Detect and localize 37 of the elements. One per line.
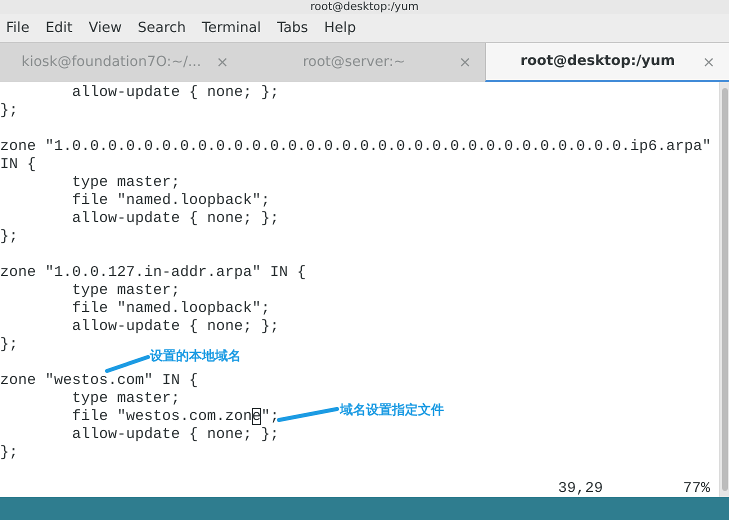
menu-item[interactable]: Terminal: [202, 18, 270, 38]
terminal-line: file "westos.com.zone";: [71, 408, 280, 426]
terminal-line: file "named.loopback";: [71, 300, 270, 318]
terminal-line: allow-update { none; };: [71, 318, 280, 336]
terminal-line: zone "1.0.0.0.0.0.0.0.0.0.0.0.0.0.0.0.0.0.0.0.0.0.0.0.0.0.0.0.0.0.0.0.ip6.arpa": [0, 138, 712, 156]
terminal-line: zone "1.0.0.127.in-addr.arpa" IN {: [0, 264, 306, 282]
terminal-line: };: [0, 444, 18, 462]
window-title: root@desktop:/yum: [0, 0, 729, 14]
terminal-line: zone "westos.com" IN {: [0, 372, 198, 390]
scrollbar[interactable]: [719, 82, 729, 497]
terminal-line: };: [0, 102, 18, 120]
menu-item[interactable]: Search: [138, 18, 194, 38]
terminal-line: type master;: [71, 282, 180, 300]
annotation-text: 设置的本地域名: [150, 349, 241, 365]
tab-label: kiosk@foundation7O:~/...: [21, 53, 202, 72]
menu-item[interactable]: Help: [324, 18, 364, 38]
annotation-line: [276, 406, 340, 423]
menu-item[interactable]: Tabs: [277, 18, 316, 38]
tab-label: root@server:~: [302, 53, 406, 72]
terminal-line: IN {: [0, 156, 36, 174]
menu-item[interactable]: View: [88, 18, 130, 38]
menu-item[interactable]: File: [6, 18, 38, 38]
terminal-line: type master;: [71, 174, 180, 192]
terminal-line: allow-update { none; };: [71, 210, 280, 228]
tab-label: root@desktop:/yum: [520, 52, 676, 71]
terminal-line: type master;: [71, 390, 180, 408]
cursor-position: 39,29: [558, 480, 604, 498]
menu-item[interactable]: Edit: [45, 18, 81, 38]
terminal-line: };: [0, 336, 18, 354]
annotation-line: [104, 354, 151, 374]
terminal-line: file "named.loopback";: [71, 192, 270, 210]
terminal-line: allow-update { none; };: [71, 84, 280, 102]
terminal-line: allow-update { none; };: [71, 426, 280, 444]
scroll-percent: 77%: [683, 480, 710, 498]
terminal-line: };: [0, 228, 18, 246]
annotation-text: 域名设置指定文件: [340, 403, 444, 419]
tab[interactable]: root@desktop:/yum ×: [485, 43, 729, 82]
